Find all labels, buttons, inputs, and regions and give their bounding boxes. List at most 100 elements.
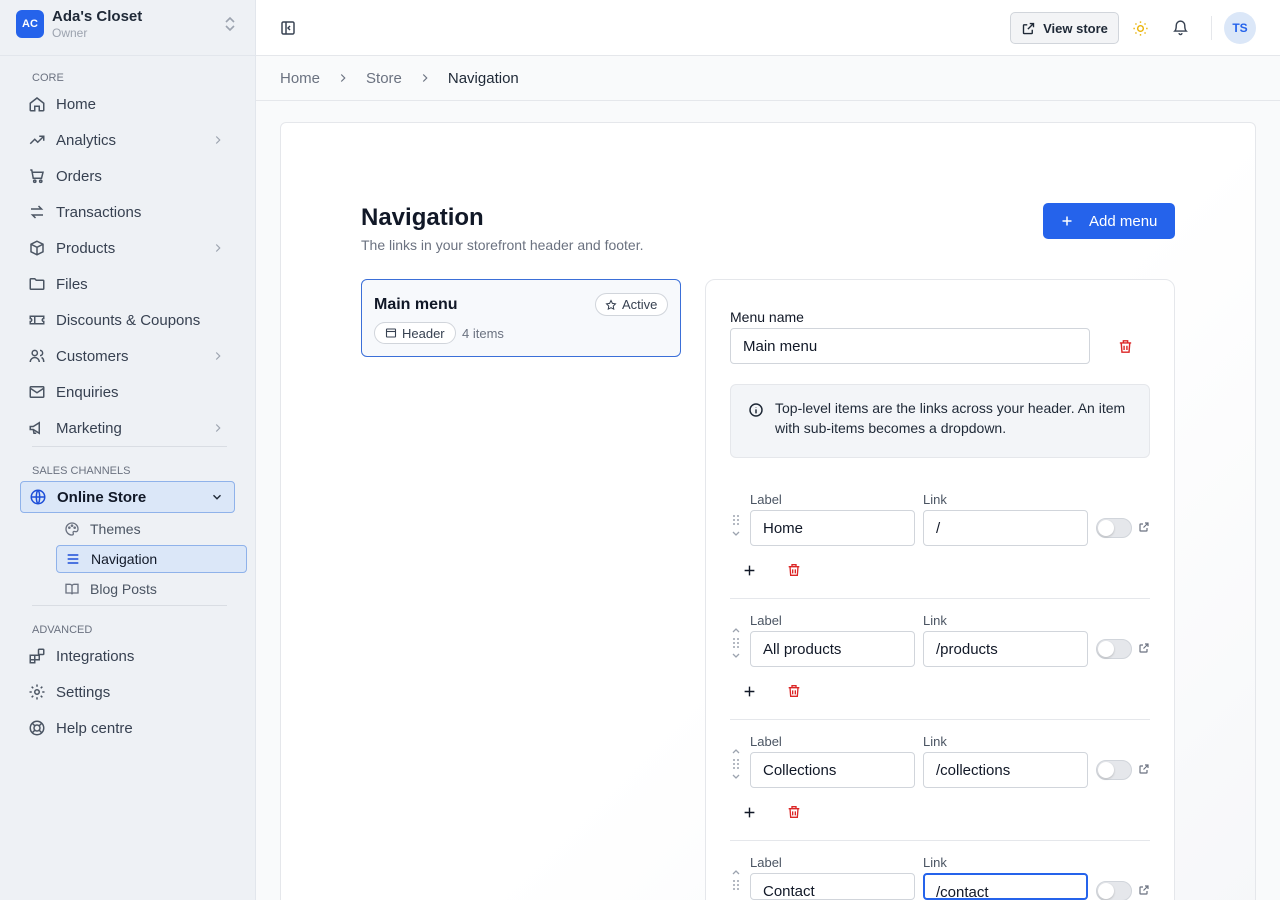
- sidebar-item-help-centre[interactable]: Help centre: [20, 712, 235, 744]
- menu-editor: [705, 279, 1175, 900]
- status-badge-label: Active: [622, 297, 658, 312]
- item-link-input[interactable]: /: [923, 510, 1088, 546]
- trending-up-icon: [28, 131, 46, 149]
- gear-icon: [28, 683, 46, 701]
- sidebar-item-label: Analytics: [56, 131, 117, 149]
- sidebar-subitem-label: Navigation: [91, 551, 158, 567]
- row-divider: [730, 598, 1150, 599]
- item-label-input[interactable]: All products: [750, 631, 915, 667]
- sidebar-item-label: Orders: [56, 167, 102, 185]
- item-link-input[interactable]: /collections: [923, 752, 1088, 788]
- delete-menu-icon[interactable]: [1117, 338, 1134, 355]
- external-link-icon[interactable]: [1138, 642, 1150, 654]
- topbar-divider: [1211, 16, 1212, 40]
- label-column-header: Label: [750, 613, 782, 628]
- item-toggle[interactable]: [1096, 760, 1132, 780]
- sidebar-toggle-icon[interactable]: [280, 20, 296, 36]
- section-label-sales-channels: SALES CHANNELS: [32, 465, 131, 477]
- delete-item-icon[interactable]: [786, 804, 802, 820]
- sidebar-item-customers[interactable]: Customers: [20, 340, 235, 372]
- breadcrumb-home[interactable]: Home: [280, 70, 320, 87]
- breadcrumb: Home Store Navigation: [256, 56, 1280, 101]
- sidebar-item-online-store[interactable]: Online Store: [20, 481, 235, 513]
- sidebar-item-orders[interactable]: Orders: [20, 160, 235, 192]
- sun-icon[interactable]: [1132, 20, 1149, 37]
- sidebar-item-transactions[interactable]: Transactions: [20, 196, 235, 228]
- breadcrumb-store[interactable]: Store: [366, 70, 402, 87]
- item-label-input[interactable]: Contact: [750, 873, 915, 900]
- menu-name-input[interactable]: Main menu: [730, 328, 1090, 364]
- sidebar-item-label: Online Store: [57, 488, 147, 506]
- sidebar-item-files[interactable]: Files: [20, 268, 235, 300]
- page-title: Navigation: [361, 204, 484, 231]
- add-subitem-icon[interactable]: [743, 685, 756, 698]
- item-toggle[interactable]: [1096, 518, 1132, 538]
- drag-handle-icon[interactable]: [730, 869, 742, 900]
- add-menu-button[interactable]: Add menu: [1043, 203, 1175, 239]
- menu-lines-icon: [65, 551, 81, 567]
- sidebar-item-label: Marketing: [56, 419, 122, 437]
- cart-icon: [28, 167, 46, 185]
- sidebar-subitem-themes[interactable]: Themes: [56, 515, 247, 543]
- add-subitem-icon[interactable]: [743, 806, 756, 819]
- add-subitem-icon[interactable]: [743, 564, 756, 577]
- item-toggle[interactable]: [1096, 881, 1132, 900]
- item-label-input[interactable]: Home: [750, 510, 915, 546]
- location-badge: Header: [374, 322, 456, 344]
- sidebar-item-products[interactable]: Products: [20, 232, 235, 264]
- item-link-input-focused[interactable]: /contact: [923, 873, 1088, 900]
- delete-item-icon[interactable]: [786, 683, 802, 699]
- sidebar-item-analytics[interactable]: Analytics: [20, 124, 235, 156]
- info-icon: [748, 402, 764, 418]
- delete-item-icon[interactable]: [786, 562, 802, 578]
- external-link-icon[interactable]: [1138, 521, 1150, 533]
- external-link-icon[interactable]: [1138, 763, 1150, 775]
- sidebar-item-discounts[interactable]: Discounts & Coupons: [20, 304, 235, 336]
- sidebar-item-enquiries[interactable]: Enquiries: [20, 376, 235, 408]
- sidebar-item-label: Help centre: [56, 719, 133, 737]
- chevron-right-icon: [211, 421, 225, 435]
- sidebar-item-integrations[interactable]: Integrations: [20, 640, 235, 672]
- item-link-input[interactable]: /products: [923, 631, 1088, 667]
- store-name: Ada's Closet: [52, 8, 143, 25]
- sidebar-item-label: Files: [56, 275, 88, 293]
- megaphone-icon: [28, 419, 46, 437]
- arrows-exchange-icon: [28, 203, 46, 221]
- sidebar-divider: [32, 446, 227, 447]
- store-switcher[interactable]: AC Ada's Closet Owner: [0, 0, 256, 56]
- chevron-right-icon: [211, 241, 225, 255]
- label-column-header: Label: [750, 734, 782, 749]
- add-menu-label: Add menu: [1089, 212, 1158, 230]
- sidebar-subitem-blog-posts[interactable]: Blog Posts: [56, 575, 247, 603]
- row-divider: [730, 840, 1150, 841]
- section-label-advanced: ADVANCED: [32, 624, 93, 636]
- breadcrumb-current: Navigation: [447, 69, 519, 87]
- chevron-up-down-icon: [223, 16, 237, 32]
- drag-handle-icon[interactable]: [730, 508, 742, 538]
- sidebar: AC Ada's Closet Owner CORE Home Analytic…: [0, 0, 256, 900]
- view-store-button[interactable]: View store: [1010, 12, 1119, 44]
- status-badge: Active: [595, 293, 669, 316]
- sidebar-item-settings[interactable]: Settings: [20, 676, 235, 708]
- blocks-icon: [28, 647, 46, 665]
- external-link-icon[interactable]: [1138, 884, 1150, 896]
- menu-card-name: Main menu: [374, 296, 458, 313]
- drag-handle-icon[interactable]: [730, 748, 742, 782]
- location-badge-label: Header: [402, 325, 445, 341]
- item-label-input[interactable]: Collections: [750, 752, 915, 788]
- item-toggle[interactable]: [1096, 639, 1132, 659]
- store-role: Owner: [52, 26, 88, 40]
- store-logo: AC: [16, 10, 44, 38]
- link-column-header: Link: [923, 855, 947, 870]
- drag-handle-icon[interactable]: [730, 627, 742, 661]
- sidebar-subitem-navigation[interactable]: Navigation: [56, 545, 247, 573]
- bell-icon[interactable]: [1172, 19, 1189, 36]
- chevron-right-icon: [418, 71, 432, 85]
- chevron-down-icon: [210, 490, 224, 504]
- sidebar-item-marketing[interactable]: Marketing: [20, 412, 235, 444]
- home-icon: [28, 95, 46, 113]
- sidebar-item-home[interactable]: Home: [20, 88, 235, 120]
- sidebar-subitem-label: Blog Posts: [90, 581, 157, 597]
- avatar[interactable]: TS: [1224, 12, 1256, 44]
- menu-card[interactable]: Main menu Active Header 4 items: [361, 279, 681, 357]
